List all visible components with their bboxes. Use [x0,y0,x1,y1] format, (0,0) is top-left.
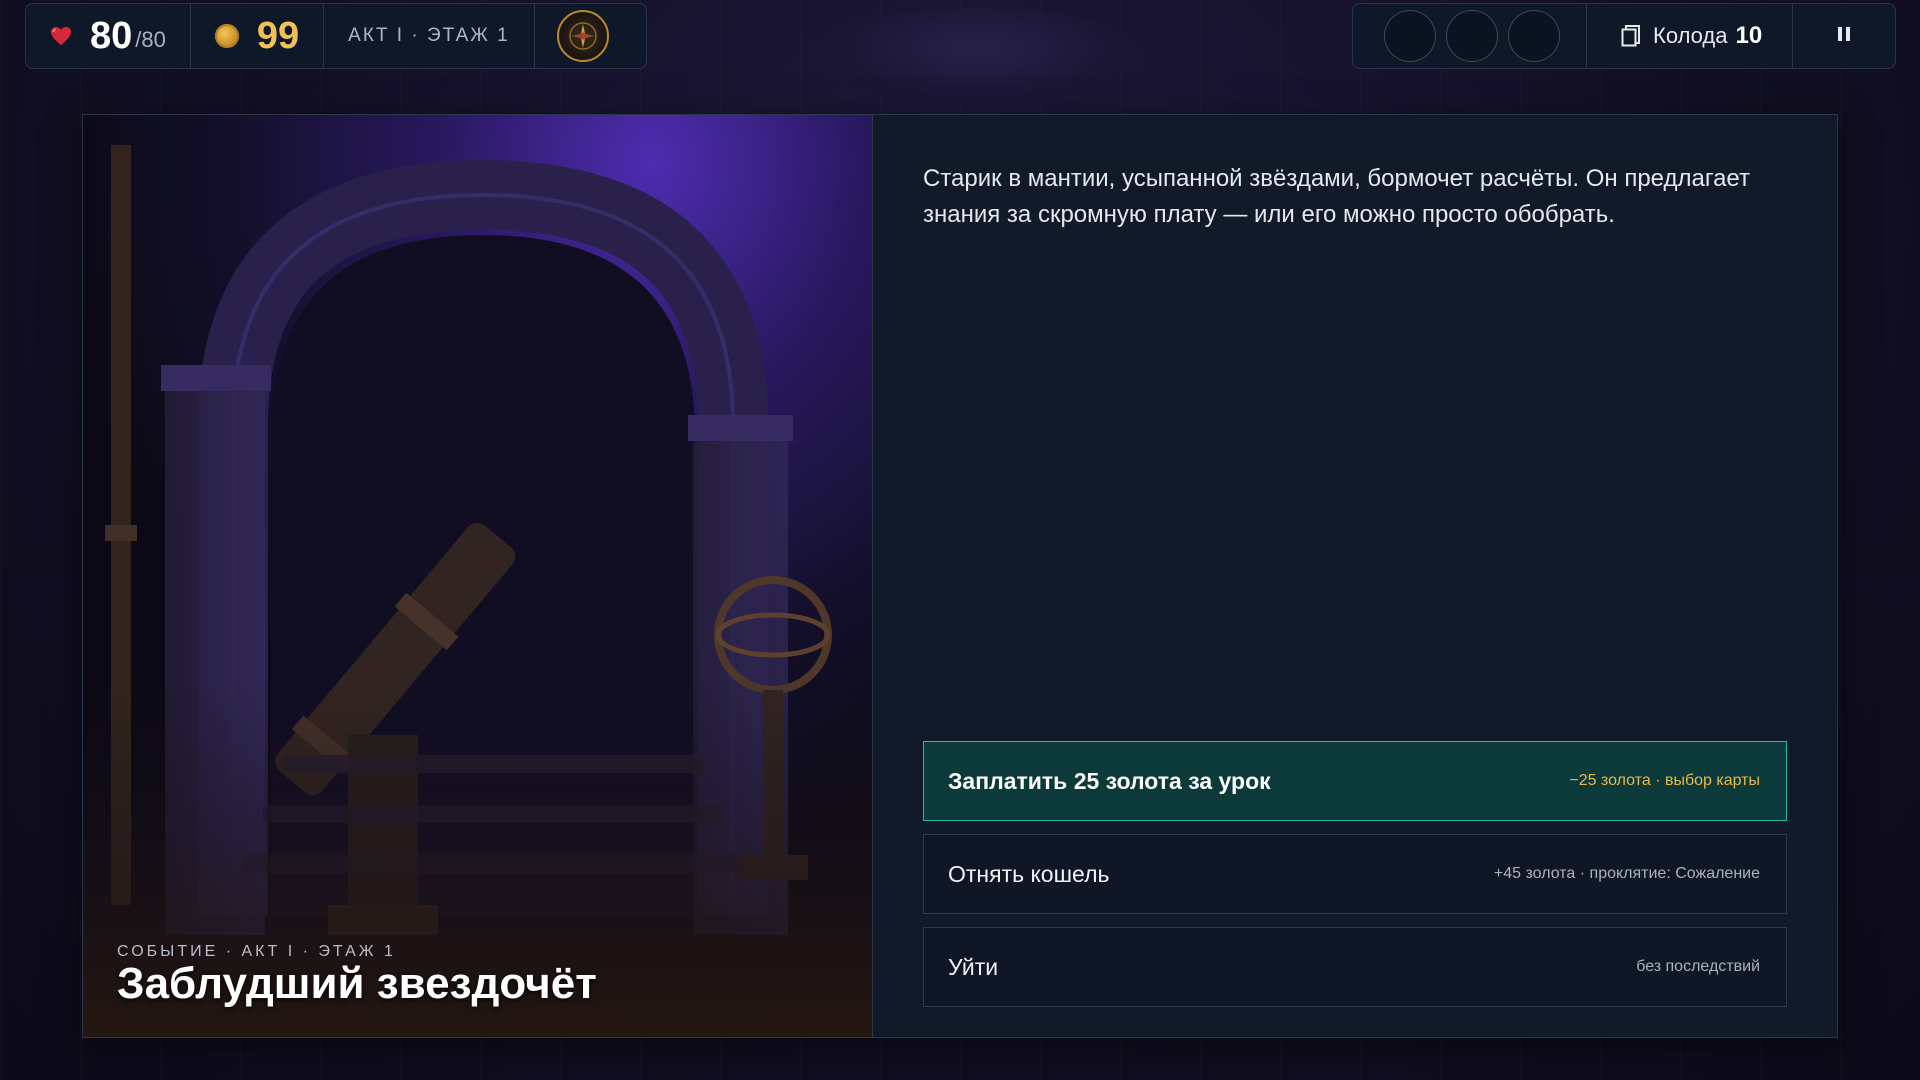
map-button-wrap [533,4,631,68]
deck-label: Колода [1653,23,1728,48]
potion-slot-empty[interactable] [1508,10,1560,62]
choice-label: Заплатить 25 золота за урок [948,767,1271,794]
choice-effect: −25 золота · выбор карты [1569,772,1760,789]
pause-icon [1836,26,1852,46]
choice-leave[interactable]: Уйти без последствий [923,927,1787,1007]
event-title: Заблудший звездочёт [117,958,597,1008]
gold-value: 99 [256,14,300,57]
potion-slots [1353,4,1586,68]
background-pit [805,8,1150,108]
choice-take-purse[interactable]: Отнять кошель +45 золота · проклятие: Со… [923,834,1787,914]
event-panel: СОБЫТИЕ · АКТ I · ЭТАЖ 1 Заблудший звезд… [82,114,1838,1038]
compass-icon[interactable] [556,10,609,62]
hp-max: /80 [135,27,166,52]
hp-display: 80 /80 [26,4,190,68]
location-label: АКТ I · ЭТАЖ 1 [348,25,510,46]
choice-label: Уйти [948,953,999,980]
gold-display: 99 [189,4,323,68]
location-display: АКТ I · ЭТАЖ 1 [323,4,533,68]
event-caption: СОБЫТИЕ · АКТ I · ЭТАЖ 1 Заблудший звезд… [117,943,597,1007]
observatory-scene-image [83,115,872,1037]
choice-effect: без последствий [1636,958,1760,975]
deck-count: 10 [1735,22,1763,49]
deck-icon [1621,25,1640,47]
event-dialog: Старик в мантии, усыпанной звёздами, бор… [873,115,1837,1037]
hp-value: 80 [90,14,133,57]
status-hud: 80 /80 99 АКТ I · ЭТАЖ 1 [25,3,647,69]
choice-list: Заплатить 25 золота за урок −25 золота ·… [923,741,1787,1020]
heart-icon [51,26,71,46]
coin-icon [214,24,239,48]
choice-pay-lesson[interactable]: Заплатить 25 золота за урок −25 золота ·… [923,741,1787,821]
potion-slot-empty[interactable] [1446,10,1498,62]
pause-button[interactable] [1793,4,1895,68]
deck-button[interactable]: Колода 10 [1586,4,1794,68]
inventory-hud: Колода 10 [1352,3,1896,69]
choice-effect: +45 золота · проклятие: Сожаление [1493,865,1760,882]
potion-slot-empty[interactable] [1384,10,1436,62]
event-description: Старик в мантии, усыпанной звёздами, бор… [923,165,1750,228]
choice-label: Отнять кошель [948,860,1110,887]
event-illustration: СОБЫТИЕ · АКТ I · ЭТАЖ 1 Заблудший звезд… [83,115,873,1037]
